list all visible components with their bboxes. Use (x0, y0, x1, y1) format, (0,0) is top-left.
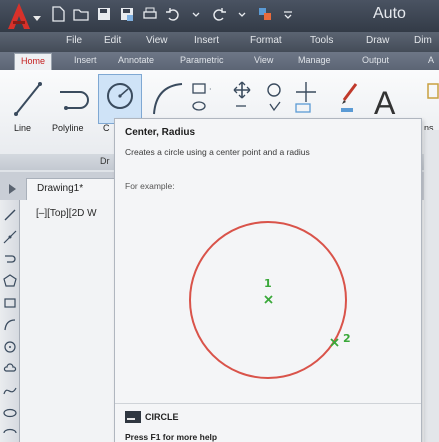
circle-icon[interactable] (104, 80, 136, 112)
menu-format[interactable]: Format (250, 35, 282, 46)
tooltip-command-name: CIRCLE (145, 412, 179, 422)
menu-tools[interactable]: Tools (310, 35, 333, 46)
rectangle-tools-icon[interactable]: · (190, 80, 220, 116)
title-bar: Auto (0, 0, 439, 32)
drawing-file-tab[interactable]: Drawing1* (26, 178, 118, 200)
arc-tool-icon[interactable] (3, 318, 17, 332)
app-title: Auto (373, 5, 406, 22)
tooltip-example-label: For example: (125, 181, 175, 191)
menu-dim[interactable]: Dim (414, 35, 432, 46)
line-label: Line (14, 123, 32, 133)
workspace-icon[interactable] (255, 4, 275, 24)
save-as-icon[interactable] (117, 4, 137, 24)
redo-dropdown-icon[interactable] (232, 4, 252, 24)
redo-icon[interactable] (209, 4, 229, 24)
polyline-tool-icon[interactable] (3, 252, 17, 266)
tooltip-description: Creates a circle using a center point an… (125, 147, 310, 157)
menu-view[interactable]: View (146, 35, 168, 46)
line-tool-icon[interactable] (3, 208, 17, 222)
app-menu-caret-icon[interactable] (33, 16, 41, 21)
tooltip-title: Center, Radius (125, 127, 196, 138)
customize-qat-icon[interactable] (278, 4, 298, 24)
rectangle-tool-icon[interactable] (3, 296, 17, 310)
plot-icon[interactable] (140, 4, 160, 24)
pencil-icon[interactable] (338, 80, 362, 116)
circle-center-radius-illustration: 1 2 (189, 221, 351, 379)
viewport-controls[interactable]: [–][Top][2D W (36, 208, 97, 219)
menu-file[interactable]: File (66, 35, 82, 46)
save-icon[interactable] (94, 4, 114, 24)
arc-icon[interactable] (148, 78, 188, 120)
polygon-tool-icon[interactable] (3, 274, 17, 288)
open-icon[interactable] (71, 4, 91, 24)
autocad-logo-icon[interactable] (6, 1, 32, 31)
quick-access-toolbar (48, 4, 298, 24)
menu-edit[interactable]: Edit (104, 35, 121, 46)
draw-panel-title: Dr (100, 156, 110, 166)
center-point-number: 1 (264, 277, 272, 290)
tooltip-separator (115, 403, 421, 404)
center-point-marker (264, 295, 273, 304)
polyline-label: Polyline (52, 123, 84, 133)
ribbon-tab-bar: Home Insert Annotate Parametric View Man… (0, 52, 439, 71)
start-tab-icon[interactable] (6, 182, 20, 196)
menu-bar: File Edit View Insert Format Tools Draw … (0, 32, 439, 52)
tab-annotate[interactable]: Annotate (118, 55, 154, 65)
tab-manage[interactable]: Manage (298, 55, 331, 65)
new-icon[interactable] (48, 4, 68, 24)
dimension-icon[interactable] (424, 82, 439, 118)
line-icon[interactable] (8, 78, 48, 120)
ellipse-tool-icon[interactable] (3, 406, 17, 420)
rotate-icon[interactable] (264, 80, 288, 116)
tab-output[interactable]: Output (362, 55, 389, 65)
svg-text:·: · (209, 85, 212, 94)
tab-addins[interactable]: A (428, 55, 434, 65)
text-icon[interactable]: A (372, 82, 406, 122)
menu-draw[interactable]: Draw (366, 35, 389, 46)
tooltip-command: CIRCLE (125, 411, 179, 423)
construction-line-icon[interactable] (3, 230, 17, 244)
ellipse-arc-tool-icon[interactable] (3, 426, 17, 440)
svg-text:A: A (374, 85, 396, 121)
circle-label: C (103, 123, 110, 133)
right-edge-panel (424, 130, 439, 442)
draw-toolbar (0, 200, 20, 442)
radius-point-number: 2 (343, 332, 351, 345)
tab-parametric[interactable]: Parametric (180, 55, 224, 65)
move-icon[interactable] (232, 80, 262, 116)
tooltip-help-text: Press F1 for more help (125, 432, 218, 442)
trim-icon[interactable] (292, 80, 322, 116)
circle-tooltip: Center, Radius Creates a circle using a … (114, 118, 422, 442)
revision-cloud-icon[interactable] (3, 362, 17, 376)
polyline-icon[interactable] (54, 78, 94, 120)
undo-icon[interactable] (163, 4, 183, 24)
tab-insert[interactable]: Insert (74, 55, 97, 65)
command-line-icon (125, 411, 141, 423)
menu-insert[interactable]: Insert (194, 35, 219, 46)
tab-home[interactable]: Home (14, 53, 53, 71)
tab-view[interactable]: View (254, 55, 273, 65)
undo-dropdown-icon[interactable] (186, 4, 206, 24)
spline-tool-icon[interactable] (3, 384, 17, 398)
circle-tool-icon[interactable] (3, 340, 17, 354)
